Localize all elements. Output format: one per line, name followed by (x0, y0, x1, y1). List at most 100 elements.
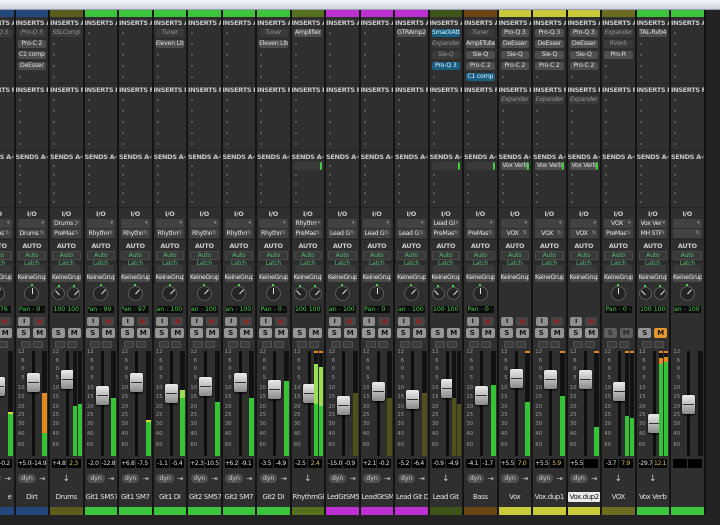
insert-button[interactable]: Pro-R (604, 51, 633, 60)
fader-knob[interactable] (0, 377, 5, 397)
pan-knob[interactable] (403, 284, 419, 302)
group-selector[interactable]: KeineGrupe (569, 272, 598, 282)
solo-button[interactable]: S (189, 328, 203, 339)
solo-button[interactable]: S (362, 328, 376, 339)
automation-mode-button[interactable]: Auto Latch (190, 250, 219, 267)
mute-button[interactable]: M (33, 328, 47, 339)
record-enable-button[interactable] (481, 316, 494, 326)
fader-knob[interactable] (95, 386, 109, 405)
insert-button[interactable]: GTRAmp2C (397, 29, 426, 38)
input-selector[interactable]: ▾ (224, 218, 253, 228)
path-selector-button[interactable] (101, 340, 112, 348)
pan-display[interactable]: Pan ‹ 0 › (18, 305, 45, 314)
group-selector[interactable]: KeineGrupe (673, 272, 702, 282)
output-selector[interactable]: Drums 2⇅ (17, 228, 46, 238)
insert-button[interactable]: C1 comp (466, 73, 495, 82)
output-window-button[interactable] (55, 340, 66, 348)
record-enable-button[interactable] (136, 316, 149, 326)
output-window-button[interactable] (469, 340, 480, 348)
path-selector-button[interactable] (32, 340, 43, 348)
track-name[interactable]: Git2 DI (262, 493, 285, 501)
dyn-button[interactable]: dyn (328, 474, 347, 484)
input-monitor-button[interactable]: I (570, 316, 583, 326)
fader-knob[interactable] (199, 377, 212, 397)
automation-mode-button[interactable]: Auto Latch (121, 250, 150, 267)
pan-knob[interactable] (265, 284, 281, 302)
mute-button[interactable]: M (343, 328, 357, 339)
insert-button[interactable]: Sie-Q (466, 51, 495, 60)
track-name[interactable]: Vox Verb (638, 493, 667, 501)
output-window-button[interactable] (434, 340, 445, 348)
fader-knob[interactable] (268, 379, 281, 399)
insert-button[interactable]: Pro-C 2 (466, 62, 495, 71)
output-selector[interactable]: RhythmGts⇅ (121, 228, 150, 238)
fader-knob[interactable] (509, 368, 523, 388)
mute-button[interactable]: M (67, 328, 81, 339)
send-button[interactable]: Vox Verb (500, 162, 529, 171)
fader-knob[interactable] (544, 370, 557, 390)
insert-button[interactable]: C1 comp (17, 51, 46, 60)
fader-knob[interactable] (578, 370, 592, 390)
group-selector[interactable]: KeineGrupe (86, 272, 115, 282)
dyn-button[interactable]: dyn (18, 474, 36, 484)
insert-button[interactable]: Sie-Q (431, 51, 460, 60)
output-selector[interactable]: RhythmGts⇅ (259, 228, 288, 238)
record-enable-button[interactable] (516, 316, 529, 326)
insert-button[interactable]: Tuner (155, 29, 184, 38)
input-selector[interactable]: ▾ (259, 218, 288, 228)
path-selector-button[interactable] (0, 340, 9, 348)
fader[interactable] (406, 351, 419, 457)
pan-knob[interactable] (369, 284, 385, 302)
automation-mode-button[interactable]: Auto Latch (431, 250, 460, 267)
group-selector[interactable]: KeineGrupe (535, 272, 564, 282)
group-selector[interactable]: KeineGrupe (397, 272, 426, 282)
dyn-button[interactable]: dyn (466, 474, 485, 484)
fader-knob[interactable] (233, 372, 247, 392)
record-enable-button[interactable] (585, 316, 598, 326)
fader-knob[interactable] (130, 372, 143, 392)
fader[interactable] (164, 351, 178, 457)
input-monitor-button[interactable]: I (225, 316, 238, 326)
output-window-button[interactable] (193, 340, 204, 348)
insert-button[interactable]: DeEsser (535, 40, 564, 49)
fader[interactable] (233, 351, 247, 457)
path-selector-button[interactable] (481, 340, 492, 348)
send-button[interactable]: Vox Verb (535, 162, 564, 171)
insert-button[interactable]: TAL-Rvb4 (638, 29, 667, 38)
input-monitor-button[interactable]: I (535, 316, 548, 326)
mute-button[interactable]: M (585, 328, 599, 339)
group-selector[interactable]: KeineGrupe (604, 272, 633, 282)
insert-button[interactable]: Pro-C 2 (500, 62, 529, 71)
record-enable-button[interactable] (102, 316, 115, 326)
path-selector-button[interactable] (550, 340, 561, 348)
input-selector[interactable]: RhythmGts▾ (293, 218, 322, 228)
output-selector[interactable]: RhythmGts⇅ (190, 228, 219, 238)
solo-button[interactable]: S (17, 328, 31, 339)
output-selector[interactable]: PreMastr 2⇅ (431, 228, 460, 238)
path-selector-button[interactable] (446, 340, 457, 348)
insert-button[interactable]: Pro-C 2 (535, 62, 564, 71)
group-selector[interactable]: KeineGrupe (362, 272, 391, 282)
dyn-button[interactable]: dyn (190, 474, 209, 484)
record-enable-button[interactable] (550, 316, 563, 326)
insert-button[interactable]: Expander (569, 96, 598, 105)
output-window-button[interactable] (296, 340, 307, 348)
track-name[interactable]: Git1 SM7 (120, 493, 151, 501)
dyn-button[interactable]: dyn (259, 474, 278, 484)
input-monitor-button[interactable]: I (190, 316, 203, 326)
insert-button[interactable]: DeEsser (17, 62, 46, 71)
fader[interactable] (371, 351, 385, 457)
path-selector-button[interactable] (584, 340, 595, 348)
send-button[interactable] (293, 162, 322, 171)
insert-button[interactable]: Eleven Lite (259, 40, 288, 49)
input-selector[interactable]: ▾ (17, 218, 46, 228)
insert-button[interactable]: Sie-Q (569, 51, 598, 60)
input-monitor-button[interactable]: I (363, 316, 376, 326)
fader[interactable] (199, 351, 212, 457)
output-window-button[interactable] (538, 340, 549, 348)
solo-button[interactable]: S (465, 328, 479, 339)
pan-display[interactable]: ‹100100› (53, 305, 80, 314)
fader-knob[interactable] (26, 372, 40, 392)
mute-button[interactable]: M (102, 328, 116, 339)
automation-mode-button[interactable]: Auto Latch (52, 250, 81, 267)
